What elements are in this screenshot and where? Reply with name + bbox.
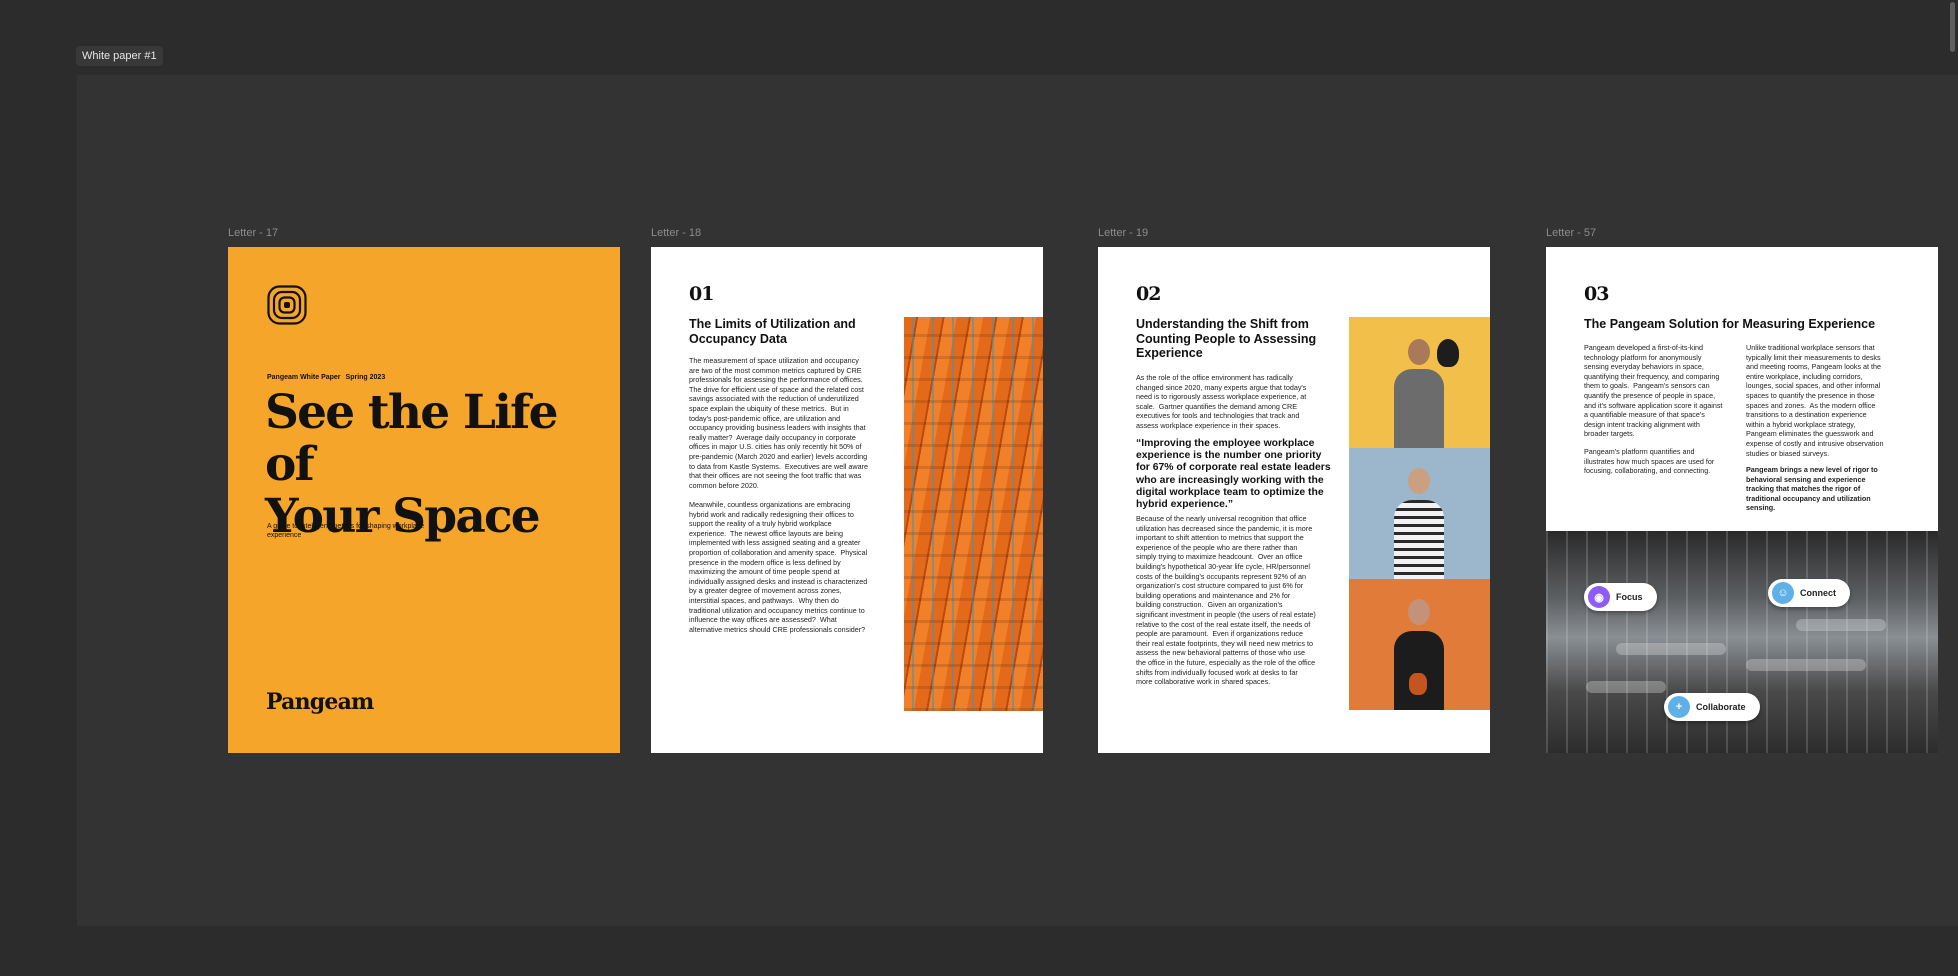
cover-kicker-series: Pangeam White Paper	[267, 374, 341, 381]
office-overview-photo: ◉ Focus ☺ Connect + Collaborate	[1546, 531, 1938, 753]
portrait-photo-woman-black-jacket	[1349, 579, 1490, 710]
collaborate-tag-label: Collaborate	[1696, 702, 1746, 712]
section-heading: The Limits of Utilization and Occupancy …	[689, 317, 856, 346]
page-letter-19[interactable]: 02 Understanding the Shift from Counting…	[1098, 247, 1490, 753]
eye-icon: ◉	[1588, 586, 1610, 608]
collaborate-tag: + Collaborate	[1664, 693, 1760, 721]
page-label-letter-17[interactable]: Letter - 17	[228, 227, 278, 239]
pangeam-logo-icon	[267, 285, 307, 325]
page-letter-57[interactable]: 03 The Pangeam Solution for Measuring Ex…	[1546, 247, 1938, 753]
body-paragraph-2: Because of the nearly universal recognit…	[1136, 514, 1316, 687]
connect-tag: ☺ Connect	[1768, 579, 1850, 607]
portrait-photo-man-with-bird	[1349, 317, 1490, 448]
col1-paragraph-2: Pangeam's platform quantifies and illust…	[1584, 447, 1715, 476]
cover-title-line-1: See the Life of	[265, 385, 558, 492]
section-number: 01	[689, 283, 714, 305]
page-label-letter-57[interactable]: Letter - 57	[1546, 227, 1596, 239]
people-icon: ☺	[1772, 582, 1794, 604]
body-paragraph-1: As the role of the office environment ha…	[1136, 373, 1307, 430]
cover-brand-wordmark: Pangeam	[266, 689, 374, 715]
body-paragraph-2: Meanwhile, countless organizations are e…	[689, 500, 868, 634]
add-person-icon: +	[1668, 696, 1690, 718]
focus-tag-label: Focus	[1616, 592, 1643, 602]
section-number: 03	[1584, 283, 1609, 305]
page-label-letter-18[interactable]: Letter - 18	[651, 227, 701, 239]
body-paragraph-1: The measurement of space utilization and…	[689, 356, 868, 490]
cover-kicker-season: Spring 2023	[345, 374, 386, 381]
section-heading: Understanding the Shift from Counting Pe…	[1136, 317, 1317, 360]
section-heading: The Pangeam Solution for Measuring Exper…	[1584, 317, 1876, 331]
portrait-photo-woman-striped-shirt	[1349, 448, 1490, 579]
connect-tag-label: Connect	[1800, 588, 1836, 598]
scrollbar-thumb[interactable]	[1950, 2, 1955, 52]
cover-kicker: Pangeam White Paper Spring 2023	[267, 374, 385, 381]
cover-title: See the Life of Your Space	[265, 387, 605, 543]
pull-quote: “Improving the employee workplace experi…	[1136, 438, 1331, 511]
page-letter-17-cover[interactable]: Pangeam White Paper Spring 2023 See the L…	[228, 247, 620, 753]
col2-paragraph-1: Unlike traditional workplace sensors tha…	[1746, 343, 1884, 458]
col1-paragraph-1: Pangeam developed a first-of-its-kind te…	[1584, 343, 1723, 439]
frame-label[interactable]: White paper #1	[76, 46, 163, 66]
section-number: 02	[1136, 283, 1161, 305]
focus-tag: ◉ Focus	[1584, 583, 1657, 611]
page-label-letter-19[interactable]: Letter - 19	[1098, 227, 1148, 239]
cover-subtitle: A guide to intelligent metrics for shapi…	[267, 523, 425, 539]
page-letter-18[interactable]: 01 The Limits of Utilization and Occupan…	[651, 247, 1043, 753]
auditorium-seats-photo	[904, 317, 1043, 711]
col2-paragraph-2: Pangeam brings a new level of rigor to b…	[1746, 465, 1878, 513]
